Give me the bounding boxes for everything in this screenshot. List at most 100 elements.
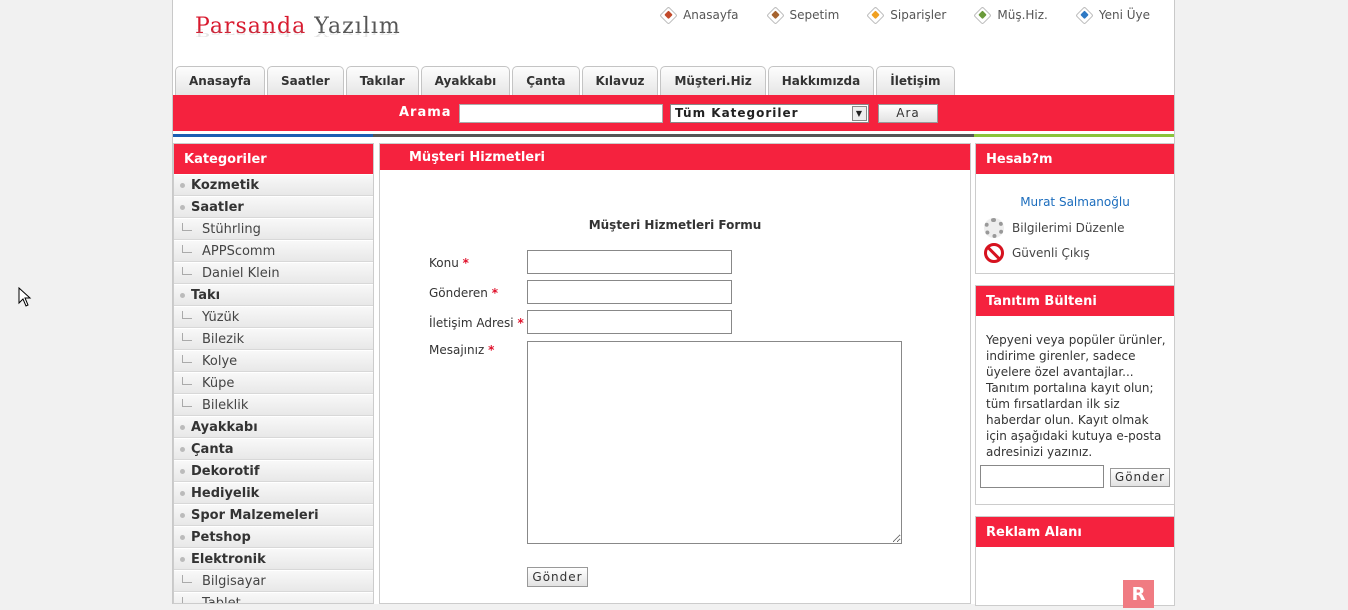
- newsletter-text: Yepyeni veya popüler ürünler, indirime g…: [986, 333, 1166, 459]
- toplink-label: Siparişler: [890, 8, 947, 22]
- category-item[interactable]: Saatler: [174, 196, 373, 218]
- toplink-2[interactable]: Siparişler: [866, 5, 947, 25]
- search-bar: Arama Tüm Kategoriler ▼ Ara: [173, 95, 1174, 131]
- gear-icon: [984, 218, 1004, 238]
- tree-branch-icon: [182, 223, 192, 231]
- toplink-0[interactable]: Anasayfa: [659, 5, 739, 25]
- subcategory-item[interactable]: Bileklik: [174, 394, 373, 416]
- category-label: Stührling: [202, 221, 261, 237]
- category-item[interactable]: Çanta: [174, 438, 373, 460]
- bullet-icon: [180, 490, 185, 496]
- tab-3[interactable]: Ayakkabı: [420, 66, 511, 95]
- user-name-link[interactable]: Murat Salmanoğlu: [976, 195, 1174, 209]
- bullet-icon: [180, 534, 185, 540]
- message-label: Mesajınız *: [429, 343, 495, 357]
- subcategory-item[interactable]: Bilgisayar: [174, 570, 373, 592]
- contact-input[interactable]: [527, 310, 732, 334]
- tree-branch-icon: [182, 333, 192, 341]
- subcategory-item[interactable]: Küpe: [174, 372, 373, 394]
- category-label: Spor Malzemeleri: [191, 507, 319, 523]
- bullet-icon: [180, 556, 185, 562]
- edit-profile-label: Bilgilerimi Düzenle: [1012, 221, 1125, 235]
- tab-6[interactable]: Müşteri.Hiz: [660, 66, 766, 95]
- subcategory-item[interactable]: Daniel Klein: [174, 262, 373, 284]
- tab-7[interactable]: Hakkımızda: [767, 66, 875, 95]
- category-label: Tablet: [202, 595, 241, 604]
- tab-0[interactable]: Anasayfa: [175, 66, 265, 95]
- subject-input[interactable]: [527, 250, 732, 274]
- toplink-label: Anasayfa: [683, 8, 739, 22]
- newsletter-submit-button[interactable]: Gönder: [1110, 468, 1170, 487]
- bullet-icon: [180, 204, 185, 210]
- category-label: Küpe: [202, 375, 235, 391]
- category-item[interactable]: Petshop: [174, 526, 373, 548]
- category-label: Kozmetik: [191, 177, 260, 193]
- category-label: Bilezik: [202, 331, 245, 347]
- logout-link[interactable]: Güvenli Çıkış: [984, 243, 1090, 263]
- panel-title: Müşteri Hizmetleri: [380, 144, 970, 170]
- bullet-icon: [180, 292, 185, 298]
- message-textarea[interactable]: [527, 341, 902, 544]
- bullet-icon: [180, 468, 185, 474]
- tree-branch-icon: [182, 597, 192, 603]
- category-item[interactable]: Kozmetik: [174, 174, 373, 196]
- diamond-icon: [973, 5, 993, 25]
- form-title: Müşteri Hizmetleri Formu: [588, 218, 762, 232]
- search-button[interactable]: Ara: [878, 104, 938, 123]
- categories-title: Kategoriler: [174, 144, 373, 174]
- subcategory-item[interactable]: Bilezik: [174, 328, 373, 350]
- subcategory-item[interactable]: APPScomm: [174, 240, 373, 262]
- toplink-label: Sepetim: [789, 8, 840, 22]
- search-input[interactable]: [459, 104, 663, 123]
- diamond-icon: [765, 5, 785, 25]
- category-label: Takı: [191, 287, 221, 303]
- category-label: Hediyelik: [191, 485, 260, 501]
- category-label: Elektronik: [191, 551, 266, 567]
- toplink-4[interactable]: Yeni Üye: [1075, 5, 1150, 25]
- category-label: Bilgisayar: [202, 573, 266, 589]
- newsletter-email-input[interactable]: [980, 465, 1104, 488]
- sender-input[interactable]: [527, 280, 732, 304]
- contact-label: İletişim Adresi *: [429, 316, 524, 330]
- account-title: Hesab?m: [976, 144, 1174, 174]
- category-label: Dekorotif: [191, 463, 260, 479]
- tree-branch-icon: [182, 377, 192, 385]
- tree-branch-icon: [182, 575, 192, 583]
- tab-4[interactable]: Çanta: [512, 66, 580, 95]
- diamond-icon: [1075, 5, 1094, 25]
- subcategory-item[interactable]: Yüzük: [174, 306, 373, 328]
- category-item[interactable]: Elektronik: [174, 548, 373, 570]
- ad-title: Reklam Alanı: [976, 517, 1174, 547]
- category-item[interactable]: Ayakkabı: [174, 416, 373, 438]
- toplink-label: Yeni Üye: [1098, 8, 1150, 22]
- bullet-icon: [180, 182, 185, 188]
- tab-1[interactable]: Saatler: [266, 66, 344, 95]
- category-item[interactable]: Hediyelik: [174, 482, 373, 504]
- category-label: Petshop: [191, 529, 251, 545]
- category-select-value: Tüm Kategoriler: [675, 106, 799, 120]
- category-select[interactable]: Tüm Kategoriler ▼: [670, 104, 869, 123]
- tab-2[interactable]: Takılar: [345, 66, 419, 95]
- subcategory-item[interactable]: Stührling: [174, 218, 373, 240]
- dropdown-arrow-icon[interactable]: ▼: [852, 106, 867, 121]
- edit-profile-link[interactable]: Bilgilerimi Düzenle: [984, 218, 1125, 238]
- tree-branch-icon: [182, 245, 192, 253]
- category-item[interactable]: Dekorotif: [174, 460, 373, 482]
- logo-reflection: Parsanda Yazılım: [195, 26, 401, 38]
- toplink-3[interactable]: Müş.Hiz.: [973, 5, 1048, 25]
- category-label: APPScomm: [202, 243, 276, 259]
- submit-button[interactable]: Gönder: [527, 567, 588, 587]
- toplink-1[interactable]: Sepetim: [765, 5, 840, 25]
- subcategory-item[interactable]: Tablet: [174, 592, 373, 604]
- customer-service-panel: Müşteri Hizmetleri Müşteri Hizmetleri Fo…: [379, 143, 971, 604]
- category-item[interactable]: Takı: [174, 284, 373, 306]
- category-label: Bileklik: [202, 397, 249, 413]
- tab-8[interactable]: İletişim: [876, 66, 955, 95]
- category-item[interactable]: Spor Malzemeleri: [174, 504, 373, 526]
- subcategory-item[interactable]: Kolye: [174, 350, 373, 372]
- category-label: Kolye: [202, 353, 238, 369]
- tab-5[interactable]: Kılavuz: [581, 66, 659, 95]
- diamond-icon: [659, 5, 678, 25]
- bullet-icon: [180, 424, 185, 430]
- account-box: Hesab?m Murat Salmanoğlu Bilgilerimi Düz…: [975, 143, 1175, 274]
